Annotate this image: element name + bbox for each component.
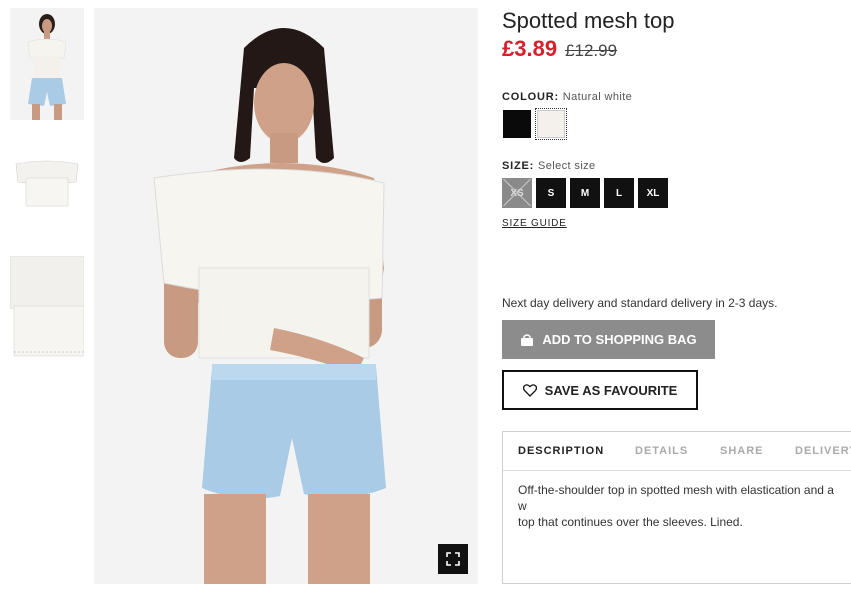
colour-label: COLOUR: bbox=[502, 91, 559, 103]
colour-swatch-natural-white[interactable] bbox=[535, 108, 567, 140]
save-favourite-label: SAVE AS FAVOURITE bbox=[544, 382, 678, 398]
size-selector: XS S M L XL bbox=[502, 178, 668, 208]
sale-price: £3.89 bbox=[502, 36, 558, 61]
size-option-s[interactable]: S bbox=[536, 178, 566, 208]
heart-icon bbox=[522, 383, 537, 397]
original-price: £12.99 bbox=[565, 41, 618, 60]
size-label: SIZE: bbox=[502, 160, 535, 172]
add-to-bag-button[interactable]: ADD TO SHOPPING BAG bbox=[502, 320, 715, 359]
colour-swatch-black[interactable] bbox=[503, 110, 531, 138]
product-tabs: DESCRIPTION DETAILS SHARE DELIVERY Off-t… bbox=[502, 431, 851, 584]
size-option-xl[interactable]: XL bbox=[638, 178, 668, 208]
tab-bar: DESCRIPTION DETAILS SHARE DELIVERY bbox=[503, 432, 851, 471]
colour-label-row: COLOUR: Natural white bbox=[502, 91, 632, 103]
fullscreen-icon bbox=[446, 552, 460, 566]
size-guide-link[interactable]: SIZE GUIDE bbox=[502, 218, 567, 229]
size-prompt: Select size bbox=[537, 160, 596, 172]
tab-description[interactable]: DESCRIPTION bbox=[518, 445, 604, 457]
product-info-panel: Spotted mesh top £3.89 £12.99 COLOUR: Nat… bbox=[502, 0, 851, 589]
thumbnail-product-detail[interactable] bbox=[10, 256, 84, 360]
colour-selected-value: Natural white bbox=[562, 91, 633, 103]
price-row: £3.89 £12.99 bbox=[502, 36, 617, 62]
tab-delivery[interactable]: DELIVERY bbox=[795, 445, 851, 457]
tab-share[interactable]: SHARE bbox=[720, 445, 764, 457]
add-to-bag-label: ADD TO SHOPPING BAG bbox=[542, 332, 697, 347]
size-option-m[interactable]: M bbox=[570, 178, 600, 208]
thumbnail-product-front[interactable] bbox=[10, 148, 84, 216]
size-option-l[interactable]: L bbox=[604, 178, 634, 208]
product-title: Spotted mesh top bbox=[502, 8, 675, 33]
shopping-bag-icon bbox=[521, 333, 534, 346]
description-text: Off-the-shoulder top in spotted mesh wit… bbox=[518, 483, 834, 529]
size-option-xs[interactable]: XS bbox=[502, 178, 532, 208]
fullscreen-button[interactable] bbox=[438, 544, 468, 574]
save-favourite-button[interactable]: SAVE AS FAVOURITE bbox=[502, 370, 698, 410]
size-label-row: SIZE: Select size bbox=[502, 160, 596, 172]
tab-details[interactable]: DETAILS bbox=[635, 445, 688, 457]
product-main-image[interactable] bbox=[94, 8, 478, 584]
thumbnail-model[interactable] bbox=[10, 8, 84, 120]
delivery-info: Next day delivery and standard delivery … bbox=[502, 296, 778, 310]
